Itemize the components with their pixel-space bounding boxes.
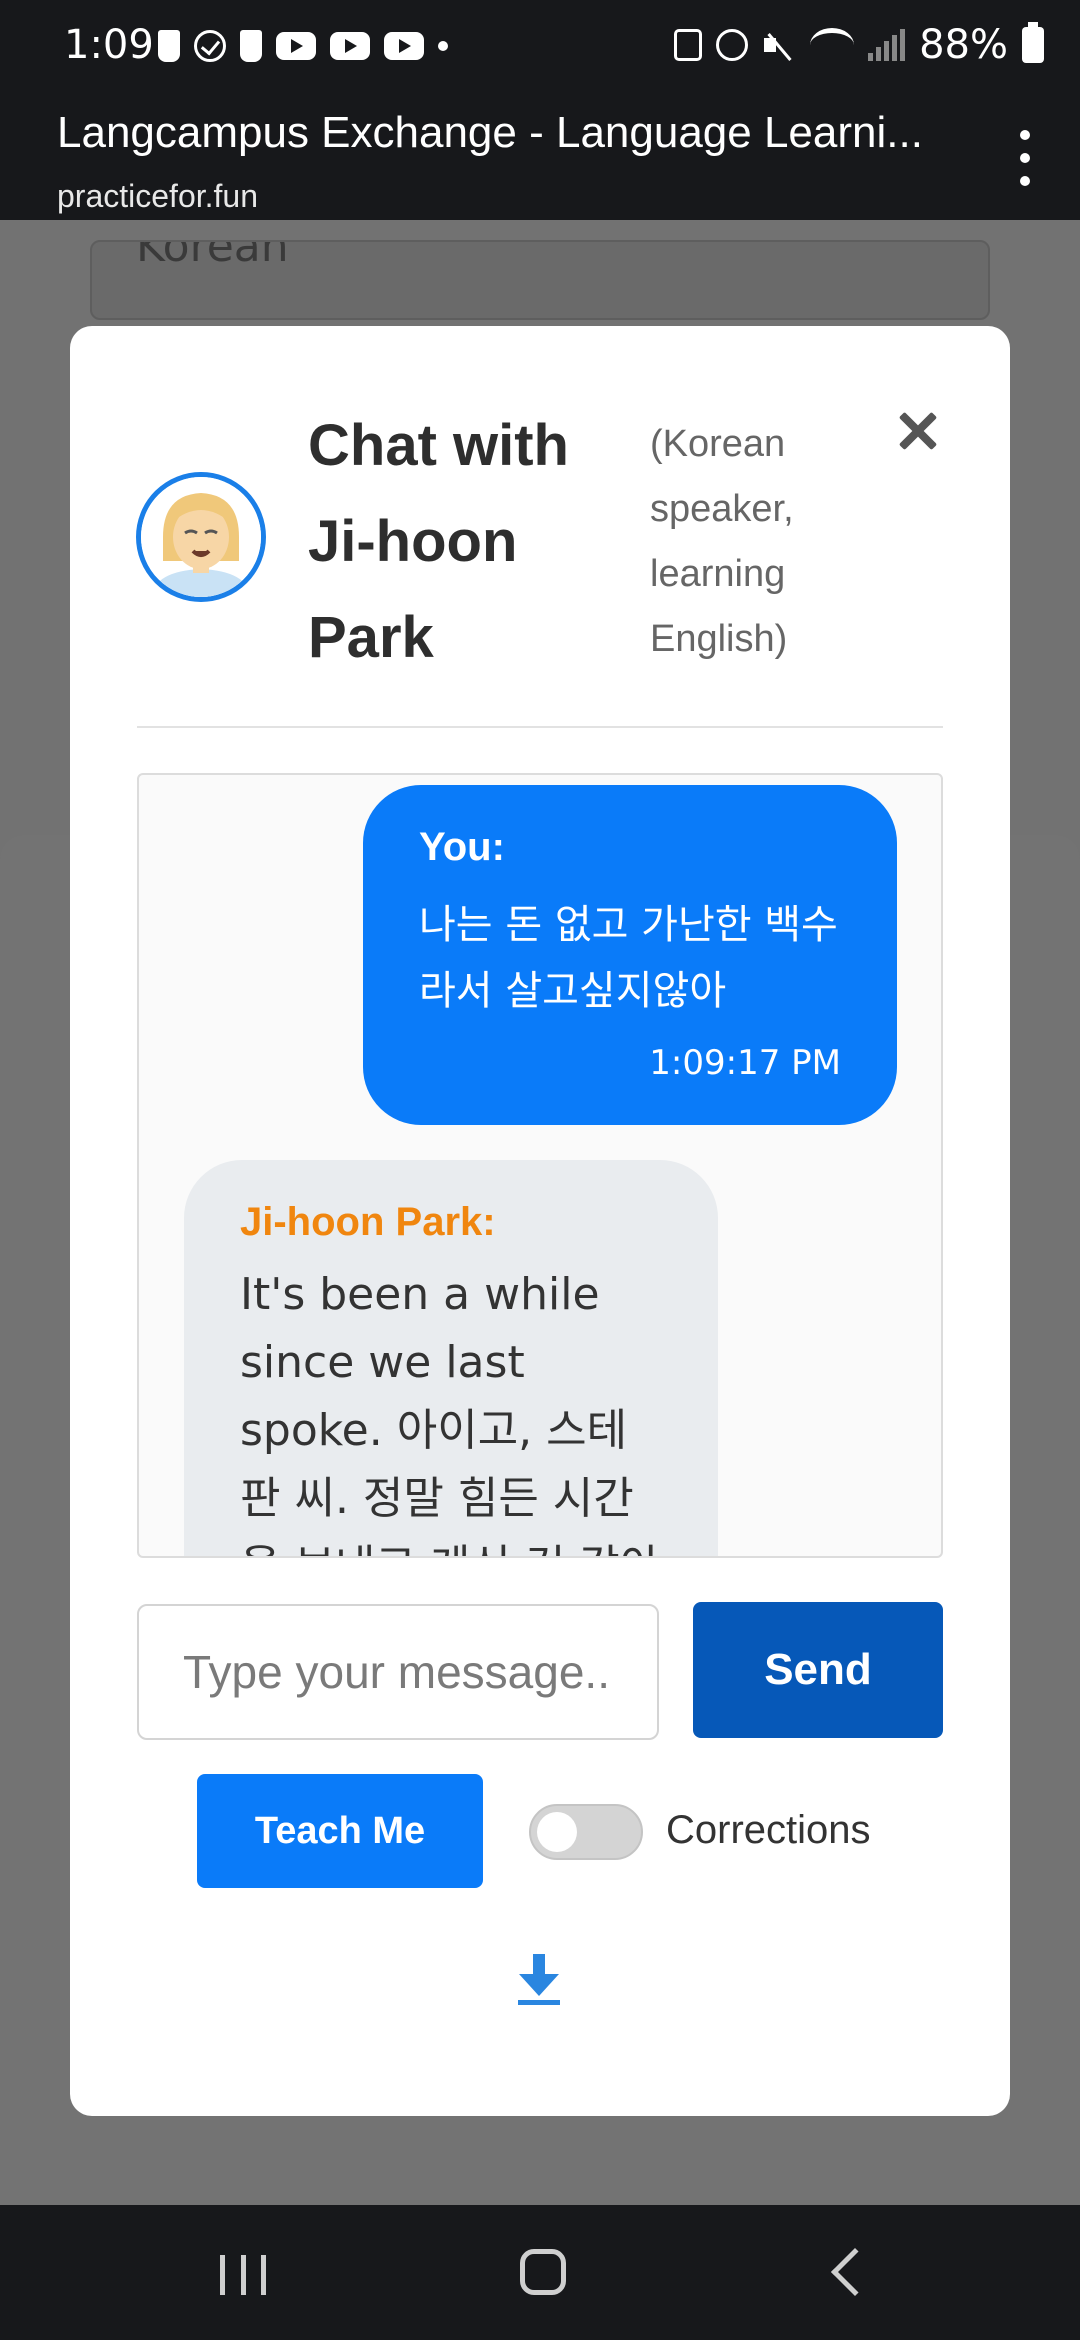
- language-select: Korean: [90, 240, 990, 320]
- avatar-image: [141, 477, 261, 597]
- corrections-label: Corrections: [666, 1808, 871, 1852]
- battery-saver-icon: [674, 29, 703, 61]
- notification-icons: [158, 30, 448, 62]
- cup-icon: [158, 30, 180, 62]
- wifi-icon: [810, 28, 855, 62]
- system-nav-bar: [0, 2205, 1080, 2340]
- message-bubble-user: You: 나는 돈 없고 가난한 백수라서 살고싶지않아 1:09:17 PM: [363, 785, 897, 1125]
- message-text: 나는 돈 없고 가난한 백수라서 살고싶지않아: [419, 902, 838, 1014]
- chat-title: Chat with Ji-hoon Park: [308, 413, 569, 670]
- download-icon[interactable]: [516, 1954, 562, 2006]
- mute-icon: [762, 30, 796, 60]
- more-options-icon[interactable]: [1010, 130, 1040, 186]
- corrections-toggle[interactable]: [529, 1804, 643, 1860]
- message-input[interactable]: [137, 1604, 659, 1740]
- chat-modal: Chat with Ji-hoon Park (Korean speaker, …: [70, 326, 1010, 2116]
- chat-messages[interactable]: You: 나는 돈 없고 가난한 백수라서 살고싶지않아 1:09:17 PM …: [137, 773, 943, 1558]
- signal-icon: [868, 29, 906, 61]
- divider: [137, 726, 943, 728]
- dot-icon: [438, 41, 448, 51]
- send-button[interactable]: Send: [693, 1602, 943, 1738]
- message-sender: Ji-hoon Park:: [240, 1200, 496, 1244]
- home-icon[interactable]: [520, 2249, 566, 2295]
- youtube-icon: [330, 32, 370, 60]
- alarm-icon: [716, 29, 749, 61]
- status-bar: 1:09 88%: [0, 0, 1080, 100]
- message-sender: You:: [419, 825, 505, 869]
- page-url[interactable]: practicefor.fun: [57, 178, 258, 215]
- recent-apps-icon[interactable]: [220, 2255, 266, 2295]
- message-bubble-partner: Ji-hoon Park: It's been a while since we…: [184, 1160, 718, 1556]
- status-time: 1:09: [64, 22, 154, 68]
- toggle-knob: [537, 1812, 577, 1852]
- battery-icon: [1022, 22, 1044, 63]
- battery-percent: 88%: [919, 22, 1008, 68]
- browser-toolbar: Langcampus Exchange - Language Learni...…: [0, 100, 1080, 240]
- avatar: [136, 472, 266, 602]
- youtube-icon: [384, 32, 424, 60]
- youtube-icon: [276, 32, 316, 60]
- check-circle-icon: [194, 30, 226, 62]
- system-icons: 88%: [674, 22, 1044, 68]
- back-icon[interactable]: [830, 2247, 880, 2297]
- message-time: 1:09:17 PM: [649, 1043, 841, 1083]
- teach-me-button[interactable]: Teach Me: [197, 1774, 483, 1888]
- cup-icon: [240, 30, 262, 62]
- close-icon[interactable]: [892, 406, 942, 456]
- page-title[interactable]: Langcampus Exchange - Language Learni...: [57, 108, 957, 158]
- message-text: It's been a while since we last spoke. 아…: [240, 1269, 660, 1556]
- partner-language-info: (Korean speaker, learning English): [650, 423, 794, 660]
